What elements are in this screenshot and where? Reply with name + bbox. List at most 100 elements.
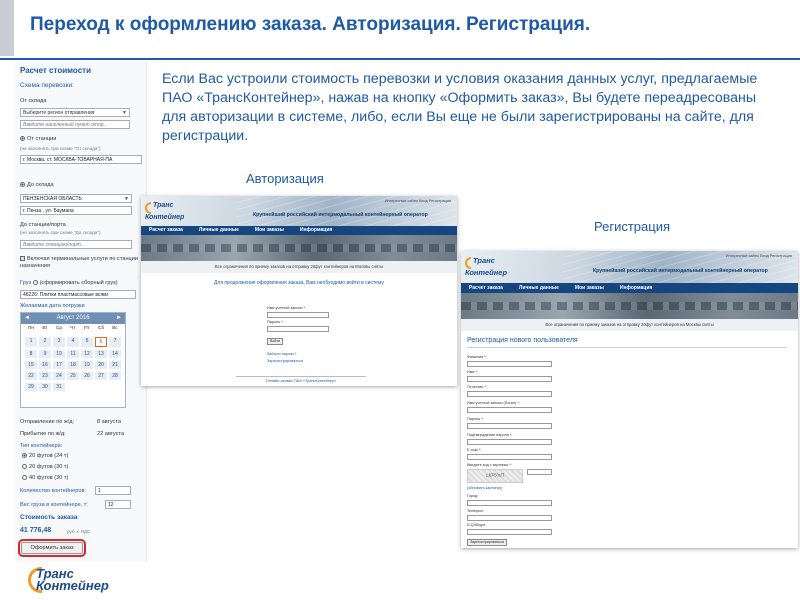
to-city-input[interactable]: г. Пенза , ул. Баумана bbox=[20, 206, 132, 215]
nav-personal-data[interactable]: Личные данные bbox=[191, 226, 247, 235]
to-station-hint: (не заполнять при схеме "До склада") bbox=[20, 230, 101, 235]
calendar-day[interactable]: 21 bbox=[109, 361, 121, 369]
calendar-day[interactable]: 27 bbox=[95, 372, 107, 380]
calendar-day[interactable]: 2 bbox=[39, 337, 51, 347]
to-region-select[interactable]: ПЕНЗЕНСКАЯ ОБЛАСТЬ ▼ bbox=[20, 194, 132, 203]
nav-my-orders[interactable]: Мои заказы bbox=[247, 226, 292, 235]
calendar-month: Август 2016 bbox=[56, 315, 90, 321]
transcontainer-logo[interactable]: Транс Контейнер bbox=[465, 257, 507, 276]
terminal-services-checkbox[interactable]: Включая терминальные услуги по станции н… bbox=[20, 256, 140, 270]
top-links[interactable]: Интересные сайты Вход Регистрация bbox=[385, 199, 451, 203]
container-option-2[interactable]: 40 футов (30 т) bbox=[22, 475, 68, 481]
calendar-day[interactable]: 30 bbox=[39, 383, 51, 391]
calendar-weekday: Чт bbox=[70, 326, 76, 331]
calendar-weekday: Вс bbox=[112, 326, 118, 331]
calendar-day[interactable]: 3 bbox=[53, 337, 65, 347]
calendar-day[interactable]: 29 bbox=[25, 383, 37, 391]
email-input[interactable] bbox=[467, 454, 552, 460]
calendar-day[interactable]: 8 bbox=[25, 350, 37, 358]
calendar-day[interactable]: 12 bbox=[81, 350, 93, 358]
chevron-down-icon: ▼ bbox=[124, 196, 129, 202]
firstname-input[interactable] bbox=[467, 376, 552, 382]
calendar-day[interactable]: 18 bbox=[67, 361, 79, 369]
site-nav: Расчет заказа Личные данные Мои заказы И… bbox=[461, 283, 798, 293]
nav-information[interactable]: Информация bbox=[292, 226, 340, 235]
chevron-right-icon[interactable]: ► bbox=[116, 313, 122, 324]
nav-order-calc[interactable]: Расчет заказа bbox=[461, 283, 511, 293]
calendar-day[interactable]: 10 bbox=[53, 350, 65, 358]
calendar-day[interactable]: 7 bbox=[109, 337, 121, 347]
calendar-day[interactable]: 20 bbox=[95, 361, 107, 369]
calendar-day[interactable]: 22 bbox=[25, 372, 37, 380]
top-links[interactable]: Интересные сайты Вход Регистрация bbox=[726, 254, 792, 258]
cargo-weight-label: Вес груза в контейнере, т: bbox=[20, 502, 88, 508]
phone-input[interactable] bbox=[467, 515, 552, 521]
checkbox-icon bbox=[20, 256, 25, 262]
calendar-day[interactable]: 6 bbox=[95, 337, 107, 347]
container-option-0[interactable]: 20 футов (24 т) bbox=[22, 453, 68, 459]
nav-my-orders[interactable]: Мои заказы bbox=[567, 283, 612, 293]
register-submit-button[interactable]: Зарегистрироваться bbox=[467, 539, 507, 546]
captcha-refresh-link[interactable]: (обновить картинку) bbox=[467, 486, 502, 490]
login-button[interactable]: Войти bbox=[267, 338, 284, 345]
to-warehouse-option[interactable]: До склада bbox=[20, 182, 54, 188]
calc-title: Расчет стоимости bbox=[20, 66, 91, 75]
calendar-day[interactable]: 25 bbox=[67, 372, 79, 380]
to-station-input[interactable]: Введите станцию/порт... bbox=[20, 240, 132, 249]
middlename-input[interactable] bbox=[467, 391, 552, 397]
nav-order-calc[interactable]: Расчет заказа bbox=[141, 226, 191, 235]
chevron-left-icon[interactable]: ◄ bbox=[24, 313, 30, 324]
site-notice: Все ограничения по приему заказов на отп… bbox=[141, 261, 457, 273]
register-link[interactable]: Зарегистрироваться bbox=[267, 359, 303, 363]
calendar-day[interactable]: 23 bbox=[39, 372, 51, 380]
calendar-weekday: Пн bbox=[27, 326, 35, 331]
calendar-day[interactable]: 26 bbox=[81, 372, 93, 380]
forgot-password-link[interactable]: Забыли пароль? bbox=[267, 352, 296, 356]
password-label: Пароль *: bbox=[267, 320, 284, 324]
cargo-weight-input[interactable]: 12 bbox=[105, 500, 131, 509]
from-city-input[interactable]: Введите населенный пункт отпр... bbox=[20, 120, 130, 129]
calendar-day[interactable]: 19 bbox=[81, 361, 93, 369]
cargo-input[interactable]: 46226: Плитки пластмассовые всяки bbox=[20, 290, 136, 299]
arrival-label: Прибытие по ж/д: bbox=[20, 431, 66, 437]
calendar-day[interactable]: 15 bbox=[25, 361, 37, 369]
site-footer[interactable]: Онлайн-сервис ПАО «ТрансКонтейнер» bbox=[236, 376, 366, 383]
calendar-day[interactable]: 16 bbox=[39, 361, 51, 369]
calendar-day[interactable]: 14 bbox=[109, 350, 121, 358]
logo-line2: Контейнер bbox=[145, 214, 185, 221]
site-slogan: Крупнейший российский интермодальный кон… bbox=[593, 268, 768, 274]
nav-personal-data[interactable]: Личные данные bbox=[511, 283, 567, 293]
password-input[interactable] bbox=[267, 326, 329, 332]
lastname-input[interactable] bbox=[467, 361, 552, 367]
container-option-1[interactable]: 20 футов (30 т) bbox=[22, 464, 68, 470]
calendar-day[interactable]: 11 bbox=[67, 350, 79, 358]
login-input[interactable] bbox=[267, 312, 329, 318]
radio-icon[interactable] bbox=[32, 280, 38, 286]
password-confirm-input[interactable] bbox=[467, 439, 552, 445]
calendar-day[interactable]: 28 bbox=[109, 372, 121, 380]
from-station-option[interactable]: От станции bbox=[20, 136, 56, 142]
from-station-input[interactable]: г. Москва, ст. МОСКВА-ТОВАРНАЯ-ПА bbox=[20, 155, 142, 164]
nav-information[interactable]: Информация bbox=[612, 283, 660, 293]
calendar-day[interactable]: 24 bbox=[53, 372, 65, 380]
city-input[interactable] bbox=[467, 500, 552, 506]
cargo-row: Груз (сформировать сборный груз) bbox=[20, 280, 118, 286]
containers-count-input[interactable]: 1 bbox=[95, 486, 131, 495]
title-divider bbox=[0, 58, 800, 60]
region-select[interactable]: Выберите регион отправления ▼ bbox=[20, 108, 130, 117]
icq-input[interactable] bbox=[467, 529, 552, 535]
password-input[interactable] bbox=[467, 423, 552, 429]
cost-label: Стоимость заказа bbox=[20, 514, 78, 521]
calendar-day[interactable]: 1 bbox=[25, 337, 37, 347]
calendar-header: ◄ Август 2016 ► bbox=[21, 313, 125, 324]
calendar-day[interactable]: 4 bbox=[67, 337, 79, 347]
captcha-input[interactable] bbox=[527, 469, 552, 475]
calendar-day[interactable]: 31 bbox=[53, 383, 65, 391]
transcontainer-logo[interactable]: Транс Контейнер bbox=[145, 202, 184, 221]
calendar-day[interactable]: 5 bbox=[81, 337, 93, 347]
calendar-day[interactable]: 17 bbox=[53, 361, 65, 369]
calendar-day[interactable]: 13 bbox=[95, 350, 107, 358]
login-input[interactable] bbox=[467, 407, 552, 413]
calendar-day[interactable]: 9 bbox=[39, 350, 51, 358]
place-order-button[interactable]: Оформить заказ bbox=[18, 539, 86, 557]
